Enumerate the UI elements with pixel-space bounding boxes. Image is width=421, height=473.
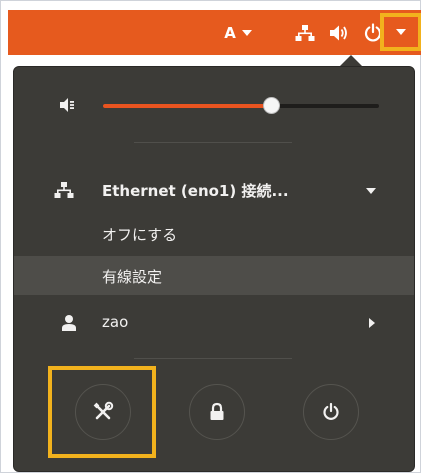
ethernet-row[interactable]: Ethernet (eno1) 接続... xyxy=(14,170,414,210)
turn-off-item[interactable]: オフにする xyxy=(14,213,414,255)
caret-down-icon xyxy=(366,188,376,194)
volume-slider-handle[interactable] xyxy=(263,97,280,114)
arrow-right-icon xyxy=(369,318,375,328)
settings-highlight-annotation xyxy=(48,366,156,458)
speaker-icon[interactable] xyxy=(326,10,352,55)
input-source-label: A xyxy=(224,23,236,42)
speaker-low-icon xyxy=(60,98,74,112)
volume-row xyxy=(14,87,414,123)
lock-icon xyxy=(210,402,224,420)
system-menu-button[interactable] xyxy=(380,13,421,51)
caret-down-icon xyxy=(396,29,406,35)
separator xyxy=(134,142,292,143)
ethernet-label: Ethernet (eno1) 接続... xyxy=(102,182,289,200)
lock-button[interactable] xyxy=(189,384,245,440)
user-row[interactable]: zao xyxy=(14,303,414,343)
power-button[interactable] xyxy=(303,384,359,440)
turn-off-label: オフにする xyxy=(102,226,178,244)
user-name: zao xyxy=(102,313,129,331)
volume-slider-fill xyxy=(103,104,271,108)
caret-down-icon xyxy=(241,29,252,36)
network-wired-icon[interactable] xyxy=(292,10,318,55)
power-icon xyxy=(323,402,339,420)
popup-pointer xyxy=(340,55,362,66)
input-source-indicator[interactable]: A xyxy=(213,10,263,55)
person-icon xyxy=(62,315,76,331)
wired-settings-label: 有線設定 xyxy=(102,268,163,286)
network-wired-icon xyxy=(54,182,74,198)
separator xyxy=(134,358,292,359)
wired-settings-item[interactable]: 有線設定 xyxy=(14,256,414,295)
top-bar: A xyxy=(8,10,421,55)
screenshot-frame: A Ethernet (eno1) 接続... オフにする 有線設定 zao xyxy=(0,0,421,473)
